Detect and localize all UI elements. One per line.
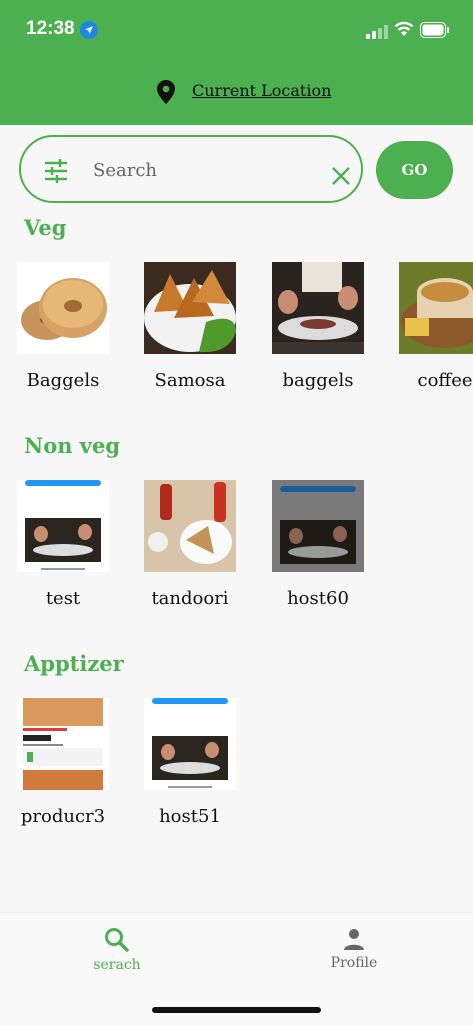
food-item-label: test (45, 588, 81, 609)
samosa-image (144, 262, 236, 354)
food-item[interactable]: test (17, 480, 109, 609)
food-item-label: baggels (282, 370, 354, 391)
food-item-label: Samosa (154, 370, 226, 391)
filter-icon[interactable] (43, 159, 69, 187)
location-pin-icon (157, 80, 175, 108)
location-services-icon (80, 21, 98, 39)
status-bar: 12:38 (0, 0, 473, 60)
food-item-label: coffee (417, 370, 473, 391)
app-screenshot-dark-image (272, 480, 364, 572)
food-item-label: tandoori (151, 588, 229, 609)
food-item[interactable]: baggels (272, 262, 364, 391)
app-screenshot-image (144, 698, 236, 790)
food-item[interactable]: host51 (144, 698, 236, 827)
food-item[interactable]: host60 (272, 480, 364, 609)
tab-search[interactable]: serach (67, 927, 167, 973)
clear-icon[interactable] (331, 166, 351, 190)
tab-profile[interactable]: Profile (304, 927, 404, 971)
tandoori-image (144, 480, 236, 572)
food-item[interactable]: producr3 (17, 698, 109, 827)
wifi-icon (394, 21, 414, 41)
status-time: 12:38 (26, 18, 75, 39)
current-location-link[interactable]: Current Location (192, 81, 331, 100)
plated-dish-image (272, 262, 364, 354)
food-item[interactable]: tandoori (144, 480, 236, 609)
home-indicator (152, 1007, 321, 1013)
go-button[interactable]: GO (376, 141, 453, 199)
section-title-veg: Veg (24, 215, 67, 240)
food-item[interactable]: Baggels (17, 262, 109, 391)
food-item-label: producr3 (20, 806, 106, 827)
person-icon (342, 929, 366, 955)
app-screenshot-image (17, 480, 109, 572)
food-item-label: host60 (287, 588, 349, 609)
section-title-non-veg: Non veg (24, 433, 121, 458)
search-input[interactable] (91, 151, 315, 189)
bagel-image (17, 262, 109, 354)
tab-profile-label: Profile (330, 955, 378, 971)
search-bar (19, 135, 363, 203)
food-item-label: Baggels (26, 370, 100, 391)
tab-search-label: serach (93, 957, 141, 973)
section-title-apptizer: Apptizer (24, 651, 124, 676)
battery-icon (420, 22, 450, 42)
search-icon (104, 928, 130, 957)
food-item-label: host51 (159, 806, 221, 827)
current-location-row[interactable]: Current Location (0, 78, 473, 106)
food-item[interactable]: Samosa (144, 262, 236, 391)
food-item[interactable]: coffee (399, 262, 473, 391)
header: 12:38 Current Location (0, 0, 473, 125)
listing-screenshot-image (17, 698, 109, 790)
cellular-signal-icon (366, 24, 388, 43)
coffee-image (399, 262, 473, 354)
